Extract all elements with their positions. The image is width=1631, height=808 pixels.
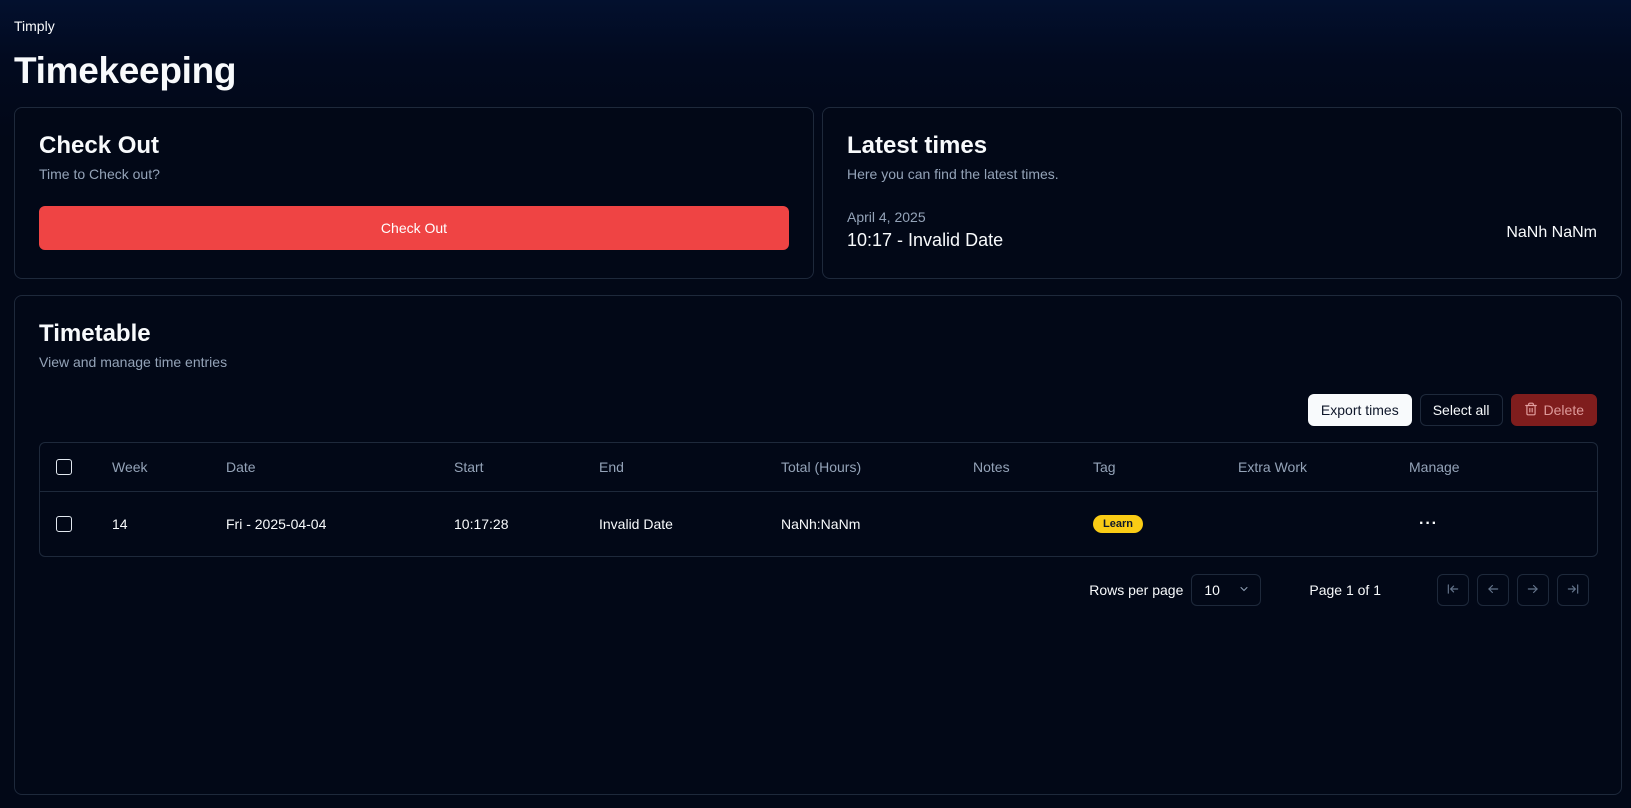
column-end: End — [599, 443, 781, 492]
timetable-actions: Export times Select all Delete — [1307, 394, 1597, 426]
cell-end: Invalid Date — [599, 515, 673, 532]
column-manage: Manage — [1409, 443, 1597, 492]
last-page-icon — [1566, 582, 1580, 599]
arrow-left-icon — [1486, 582, 1500, 599]
latest-times-title: Latest times — [847, 132, 988, 159]
check-out-button[interactable]: Check Out — [39, 206, 789, 250]
timetable-title: Timetable — [39, 320, 151, 347]
latest-entry-total: NaNh NaNm — [1506, 224, 1597, 241]
table-header-row: Week Date Start End Total (Hours) Notes … — [40, 443, 1597, 492]
latest-times-description: Here you can find the latest times. — [847, 166, 1059, 182]
tag-badge: Learn — [1093, 515, 1143, 534]
cell-total: NaNh:NaNm — [781, 515, 861, 532]
checkout-description: Time to Check out? — [39, 166, 160, 182]
cell-date: Fri - 2025-04-04 — [226, 515, 327, 532]
select-all-checkbox[interactable] — [56, 459, 72, 476]
next-page-button[interactable] — [1517, 574, 1549, 606]
row-checkbox[interactable] — [56, 516, 72, 533]
rows-per-page-select[interactable]: 10 — [1191, 574, 1262, 606]
delete-label: Delete — [1543, 402, 1584, 418]
column-start: Start — [454, 443, 599, 492]
page-title: Timekeeping — [14, 50, 237, 91]
rows-per-page-value: 10 — [1204, 582, 1220, 598]
column-notes: Notes — [973, 443, 1093, 492]
column-tag: Tag — [1093, 443, 1238, 492]
cell-extra-work — [1238, 491, 1409, 556]
column-extra-work: Extra Work — [1238, 443, 1409, 492]
row-actions-menu-button[interactable]: ··· — [1419, 515, 1438, 532]
first-page-icon — [1446, 582, 1460, 599]
app-name: Timply — [14, 18, 55, 34]
cell-week: 14 — [112, 515, 128, 532]
arrow-right-icon — [1526, 582, 1540, 599]
column-total-hours: Total (Hours) — [781, 443, 973, 492]
timetable-description: View and manage time entries — [39, 354, 228, 370]
pagination: Rows per page 10 Page 1 of 1 — [1089, 574, 1589, 606]
latest-entry-date: April 4, 2025 — [847, 209, 926, 225]
rows-per-page-label: Rows per page — [1089, 582, 1184, 598]
previous-page-button[interactable] — [1477, 574, 1509, 606]
column-date: Date — [226, 443, 454, 492]
cell-start: 10:17:28 — [454, 515, 509, 532]
timetable-table: Week Date Start End Total (Hours) Notes … — [39, 442, 1598, 557]
trash-icon — [1524, 402, 1538, 419]
checkout-title: Check Out — [39, 132, 160, 159]
latest-times-card: Latest times Here you can find the lates… — [822, 107, 1622, 279]
cell-notes — [973, 491, 1093, 556]
table-row: 14 Fri - 2025-04-04 10:17:28 Invalid Dat… — [40, 491, 1597, 556]
chevron-down-icon — [1238, 582, 1250, 598]
last-page-button[interactable] — [1557, 574, 1589, 606]
first-page-button[interactable] — [1437, 574, 1469, 606]
checkout-card: Check Out Time to Check out? Check Out — [14, 107, 814, 279]
column-week: Week — [112, 443, 226, 492]
page-indicator: Page 1 of 1 — [1309, 582, 1381, 598]
select-all-button[interactable]: Select all — [1419, 394, 1503, 426]
export-times-button[interactable]: Export times — [1307, 394, 1412, 426]
latest-entry-range: 10:17 - Invalid Date — [847, 230, 1004, 250]
timetable-card: Timetable View and manage time entries E… — [14, 295, 1622, 795]
delete-button[interactable]: Delete — [1510, 394, 1597, 426]
